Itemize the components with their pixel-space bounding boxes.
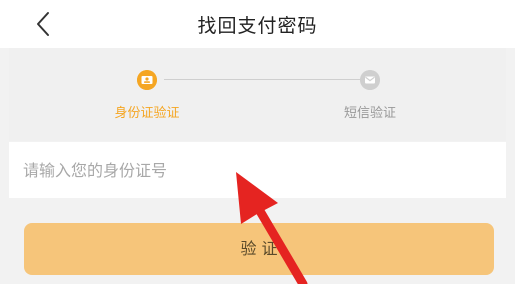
step-label-sms-verify: 短信验证 xyxy=(343,106,396,121)
id-number-input[interactable] xyxy=(23,142,483,198)
message-icon xyxy=(360,70,380,90)
id-input-row xyxy=(9,142,506,198)
header-bar: 找回支付密码 xyxy=(0,0,515,48)
step-connector-line xyxy=(164,79,364,80)
progress-steps: 身份证验证 短信验证 xyxy=(9,48,506,141)
id-card-icon xyxy=(137,70,157,90)
verify-button[interactable]: 验 证 xyxy=(24,223,494,275)
step-label-id-verify: 身份证验证 xyxy=(114,106,180,121)
page-title: 找回支付密码 xyxy=(197,15,318,37)
